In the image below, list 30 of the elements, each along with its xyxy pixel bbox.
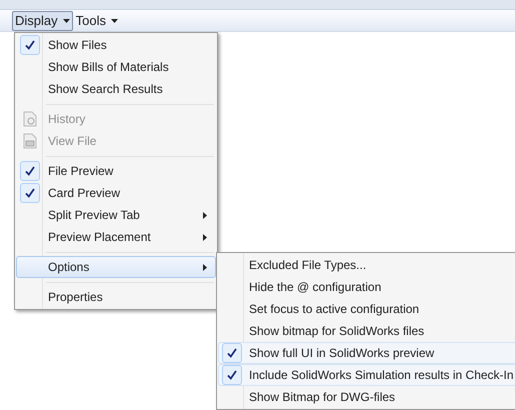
menu-item[interactable]: File Preview xyxy=(16,160,216,182)
checkmark-icon xyxy=(20,35,40,55)
menu-item[interactable]: Show Files xyxy=(16,34,216,56)
view-file-icon xyxy=(23,133,37,149)
checkmark-icon xyxy=(20,161,40,181)
menu-item[interactable]: Show bitmap for SolidWorks files xyxy=(218,320,515,342)
menu-item[interactable]: Show Search Results xyxy=(16,78,216,100)
menu-item[interactable]: Options xyxy=(16,256,216,278)
menu-item[interactable]: Split Preview Tab xyxy=(16,204,216,226)
caret-icon xyxy=(110,18,118,22)
menu-item[interactable]: Set focus to active configuration xyxy=(218,298,515,320)
menu-item[interactable]: Include SolidWorks Simulation results in Check-In xyxy=(218,364,515,386)
caret-icon xyxy=(62,18,70,22)
history-icon xyxy=(23,111,37,127)
menu-item[interactable]: Excluded File Types... xyxy=(218,254,515,276)
menu-item[interactable]: Show full UI in SolidWorks preview xyxy=(218,342,515,364)
menu-button[interactable]: Tools xyxy=(72,10,121,30)
menu-item[interactable]: Preview Placement xyxy=(16,226,216,248)
checkmark-icon xyxy=(20,183,40,203)
checkmark-icon xyxy=(222,365,242,385)
submenu-arrow-icon xyxy=(203,234,207,240)
checkmark-icon xyxy=(222,343,242,363)
menu-item[interactable]: Properties xyxy=(16,286,216,308)
menu-button[interactable]: Display xyxy=(12,10,73,30)
menu-item[interactable]: Hide the @ configuration xyxy=(218,276,515,298)
menu-item[interactable]: Show Bitmap for DWG-files xyxy=(218,386,515,408)
menu-item[interactable]: Show Bills of Materials xyxy=(16,56,216,78)
submenu-arrow-icon xyxy=(203,212,207,218)
menu-item[interactable]: Card Preview xyxy=(16,182,216,204)
submenu-arrow-icon xyxy=(203,264,207,270)
